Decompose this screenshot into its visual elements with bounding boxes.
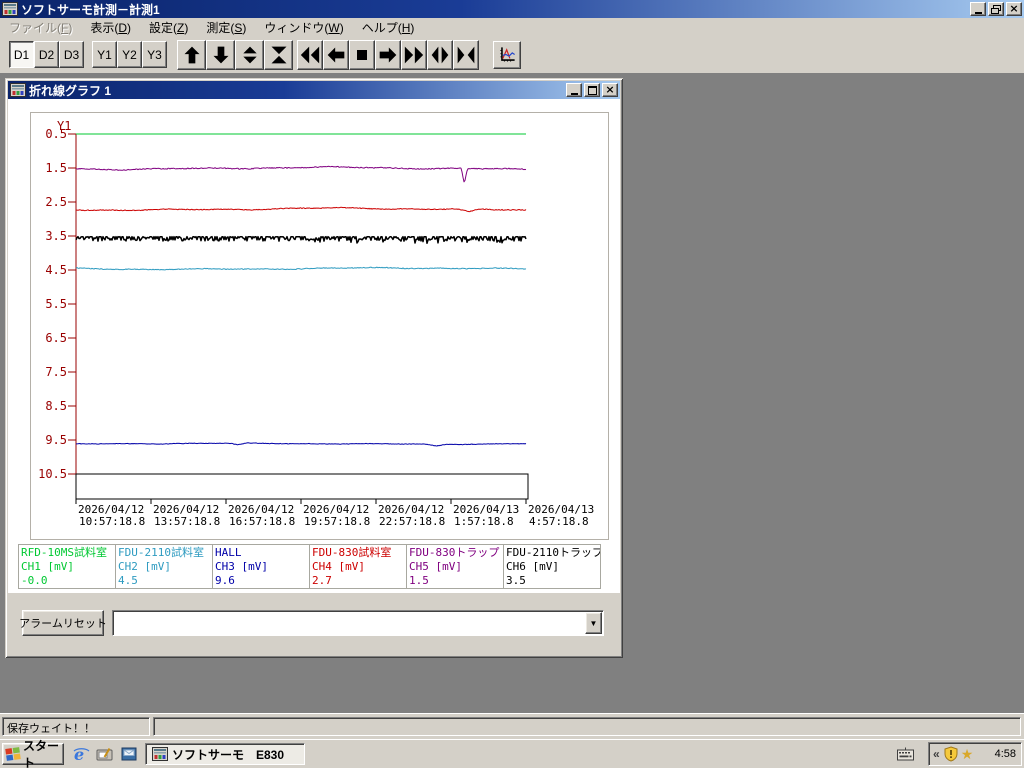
legend-cell-ch3: HALL CH3 [mV] 9.6 <box>212 544 310 589</box>
combo-dropdown-button[interactable]: ▼ <box>585 612 602 634</box>
graph-settings-button[interactable] <box>493 40 521 69</box>
legend-cell-ch1: RFD-10MS試料室 CH1 [mV] -0.0 <box>18 544 116 589</box>
y3-button[interactable]: Y3 <box>142 41 167 68</box>
start-label: スタート <box>23 739 60 768</box>
svg-text:16:57:18.8: 16:57:18.8 <box>229 515 295 528</box>
clock: 4:58 <box>994 748 1016 760</box>
mdi-area: 折れ線グラフ 1 × Y1 0.5 1.5 2.5 3.5 4.5 5.5 6.5 7.5 8.5… <box>0 73 1024 713</box>
svg-text:5.5: 5.5 <box>45 297 67 311</box>
desktop: ソフトサーモ計測－計測1 × ファイル(F) 表示(D) 設定(Z) 測定(S) ウィン… <box>0 0 1024 768</box>
restore-button[interactable] <box>988 2 1004 16</box>
graph-close-button[interactable]: × <box>602 83 618 97</box>
menu-window[interactable]: ウィンドウ(W) <box>255 18 352 37</box>
window-title: ソフトサーモ計測－計測1 <box>21 2 160 17</box>
svg-text:22:57:18.8: 22:57:18.8 <box>379 515 445 528</box>
svg-text:10.5: 10.5 <box>38 467 67 481</box>
fast-forward-button[interactable] <box>401 39 427 70</box>
chart-panel: Y1 0.5 1.5 2.5 3.5 4.5 5.5 6.5 7.5 8.5 9.5 10.5 2026… <box>30 112 609 540</box>
svg-text:e: e <box>74 745 84 763</box>
control-panel: アラームリセット ▼ <box>8 593 620 655</box>
task-button-icon <box>152 747 168 761</box>
menu-settings[interactable]: 設定(Z) <box>140 18 197 37</box>
channel-legend: RFD-10MS試料室 CH1 [mV] -0.0 FDU-2110試料室 CH2 [m… <box>18 544 601 589</box>
stop-button[interactable] <box>349 39 375 70</box>
y1-button[interactable]: Y1 <box>92 41 117 68</box>
legend-cell-ch2: FDU-2110試料室 CH2 [mV] 4.5 <box>115 544 213 589</box>
minimize-button[interactable] <box>970 2 986 16</box>
security-shield-icon[interactable] <box>943 746 959 762</box>
svg-text:1.5: 1.5 <box>45 161 67 175</box>
alarm-reset-button[interactable]: アラームリセット <box>19 610 107 636</box>
graph-window-icon <box>10 83 26 97</box>
graph-maximize-button[interactable] <box>584 83 600 97</box>
line-chart: Y10.51.52.53.54.55.56.57.58.59.510.52026… <box>38 119 594 528</box>
task-button-label: ソフトサーモ E830 <box>172 747 285 762</box>
close-button[interactable]: × <box>1006 2 1022 16</box>
show-desktop-icon[interactable] <box>96 745 114 763</box>
d1-button[interactable]: D1 <box>9 41 34 68</box>
svg-text:13:57:18.8: 13:57:18.8 <box>154 515 220 528</box>
windows-logo-icon <box>5 746 21 762</box>
menu-bar: ファイル(F) 表示(D) 設定(Z) 測定(S) ウィンドウ(W) ヘルプ(H) <box>0 18 1024 36</box>
taskbar: スタート e ソフトサーモ E830 « ★ 4:58 <box>0 739 1024 768</box>
graph-window-titlebar[interactable]: 折れ線グラフ 1 × <box>8 81 620 99</box>
fast-rewind-button[interactable] <box>297 39 323 70</box>
graph-minimize-button[interactable] <box>566 83 582 97</box>
svg-text:2.5: 2.5 <box>45 195 67 209</box>
keyboard-icon <box>897 747 914 761</box>
alarm-combobox[interactable]: ▼ <box>112 610 604 636</box>
status-panel-right <box>153 717 1021 736</box>
window-controls: × <box>970 2 1022 16</box>
toolbar: D1 D2 D3 Y1 Y2 Y3 <box>0 36 1024 73</box>
star-icon[interactable]: ★ <box>961 747 974 761</box>
svg-text:10:57:18.8: 10:57:18.8 <box>79 515 145 528</box>
graph-window-controls: × <box>566 83 618 97</box>
expand-vertical-button[interactable] <box>235 39 264 70</box>
svg-text:7.5: 7.5 <box>45 365 67 379</box>
internet-explorer-icon[interactable]: e <box>72 745 90 763</box>
graph-window-client: Y1 0.5 1.5 2.5 3.5 4.5 5.5 6.5 7.5 8.5 9.5 10.5 2026… <box>8 99 620 655</box>
scroll-down-button[interactable] <box>206 39 235 70</box>
menu-view[interactable]: 表示(D) <box>81 18 140 37</box>
compress-horizontal-button[interactable] <box>453 39 479 70</box>
svg-text:6.5: 6.5 <box>45 331 67 345</box>
svg-text:8.5: 8.5 <box>45 399 67 413</box>
step-right-button[interactable] <box>375 39 401 70</box>
svg-text:19:57:18.8: 19:57:18.8 <box>304 515 370 528</box>
y2-button[interactable]: Y2 <box>117 41 142 68</box>
menu-file[interactable]: ファイル(F) <box>0 18 81 37</box>
app-icon <box>2 2 18 16</box>
svg-text:0.5: 0.5 <box>45 127 67 141</box>
compress-vertical-button[interactable] <box>264 39 293 70</box>
status-bar: 保存ウェイト！！ <box>0 713 1024 739</box>
menu-measure[interactable]: 測定(S) <box>197 18 255 37</box>
expand-horizontal-button[interactable] <box>427 39 453 70</box>
svg-text:9.5: 9.5 <box>45 433 67 447</box>
scroll-up-button[interactable] <box>177 39 206 70</box>
menu-help[interactable]: ヘルプ(H) <box>353 18 424 37</box>
system-tray: « ★ 4:58 <box>928 742 1022 766</box>
start-button[interactable]: スタート <box>2 739 64 768</box>
main-titlebar: ソフトサーモ計測－計測1 × <box>0 0 1024 18</box>
legend-cell-ch6: FDU-2110トラップ CH6 [mV] 3.5 <box>503 544 601 589</box>
task-button-softthermo[interactable]: ソフトサーモ E830 <box>145 743 305 765</box>
tray-chevron-icon[interactable]: « <box>933 747 940 761</box>
d2-button[interactable]: D2 <box>34 41 59 68</box>
graph-window-title: 折れ線グラフ 1 <box>29 83 112 98</box>
svg-text:4.5: 4.5 <box>45 263 67 277</box>
d3-button[interactable]: D3 <box>59 41 84 68</box>
svg-text:4:57:18.8: 4:57:18.8 <box>529 515 589 528</box>
step-left-button[interactable] <box>323 39 349 70</box>
legend-cell-ch4: FDU-830試料室 CH4 [mV] 2.7 <box>309 544 407 589</box>
status-message: 保存ウェイト！！ <box>2 717 150 736</box>
svg-text:3.5: 3.5 <box>45 229 67 243</box>
outlook-express-icon[interactable] <box>120 745 138 763</box>
graph-window: 折れ線グラフ 1 × Y1 0.5 1.5 2.5 3.5 4.5 5.5 6.5 7.5 8.5… <box>5 78 623 658</box>
svg-text:1:57:18.8: 1:57:18.8 <box>454 515 514 528</box>
legend-cell-ch5: FDU-830トラップ CH5 [mV] 1.5 <box>406 544 504 589</box>
